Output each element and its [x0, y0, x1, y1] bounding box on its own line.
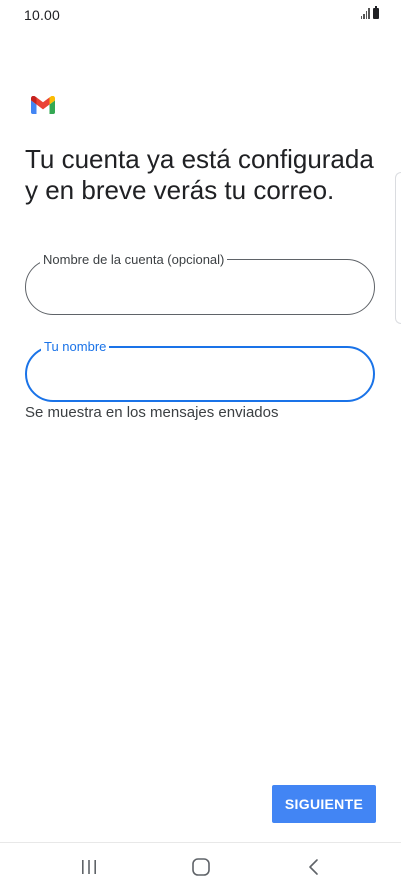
- account-name-label: Nombre de la cuenta (opcional): [40, 252, 228, 268]
- status-icons: [360, 6, 379, 19]
- account-name-input[interactable]: [44, 274, 356, 300]
- your-name-helper-text: Se muestra en los mensajes enviados: [25, 404, 279, 421]
- your-name-input[interactable]: [45, 362, 355, 388]
- your-name-label: Tu nombre: [41, 339, 110, 355]
- page-title: Tu cuenta ya está configurada y en breve…: [25, 144, 374, 205]
- recents-icon: [82, 860, 96, 874]
- home-icon: [192, 858, 210, 876]
- battery-icon: [373, 6, 379, 19]
- next-button[interactable]: SIGUIENTE: [272, 785, 376, 823]
- back-icon: [309, 859, 318, 875]
- gmail-logo-icon: [31, 96, 55, 114]
- scroll-indicator[interactable]: [395, 172, 401, 324]
- home-button[interactable]: [177, 851, 225, 883]
- status-time: 10.00: [24, 7, 61, 23]
- recents-button[interactable]: [65, 851, 113, 883]
- your-name-field[interactable]: Tu nombre: [25, 339, 375, 402]
- signal-icon: [360, 8, 370, 19]
- account-name-field[interactable]: Nombre de la cuenta (opcional): [25, 252, 375, 315]
- back-button[interactable]: [290, 851, 338, 883]
- status-bar: 10.00: [0, 0, 401, 30]
- navigation-bar: [0, 842, 401, 892]
